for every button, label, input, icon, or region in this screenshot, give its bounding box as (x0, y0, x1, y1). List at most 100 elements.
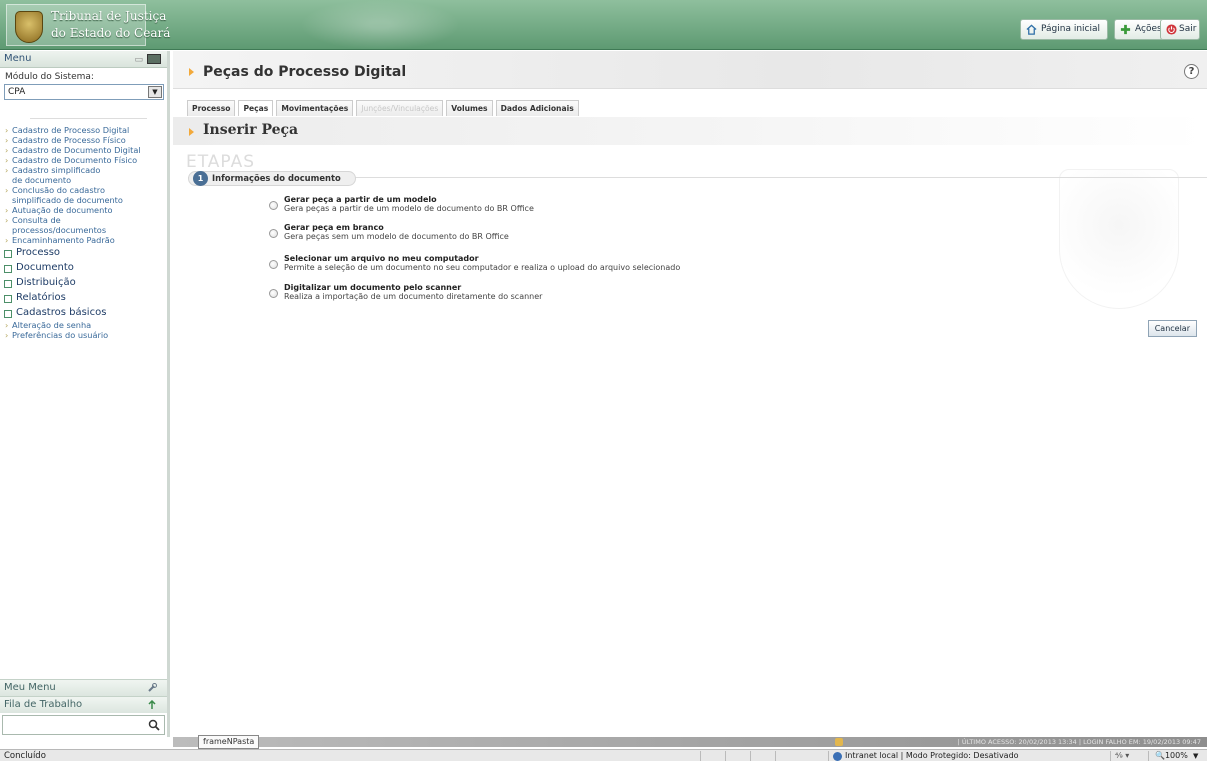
status-divider (1148, 751, 1149, 761)
status-divider (750, 751, 751, 761)
sidebar-search-input[interactable] (2, 715, 165, 735)
meu-menu-bar[interactable]: Meu Menu (0, 679, 167, 696)
sidebar-item-preferencias[interactable]: Preferências do usuário (0, 330, 167, 340)
expand-icon (4, 295, 12, 303)
chevron-down-icon[interactable]: ▼ (1193, 750, 1198, 762)
status-divider (1110, 751, 1111, 761)
expand-icon (4, 250, 12, 258)
status-text: Concluído (4, 751, 46, 761)
frame-tooltip: frameNPasta (198, 735, 260, 749)
sidebar-section-distribuicao[interactable]: Distribuição (0, 275, 167, 290)
menu-label: Menu (4, 53, 32, 64)
cancel-button[interactable]: Cancelar (1147, 320, 1197, 337)
fila-trabalho-label: Fila de Trabalho (4, 699, 83, 710)
module-label: Módulo do Sistema: (5, 72, 94, 82)
sidebar-item-encaminhamento[interactable]: Encaminhamento Padrão (0, 235, 167, 245)
wrench-icon (148, 683, 157, 692)
tjce-logo[interactable]: Tribunal de Justiça do Estado do Ceará (6, 4, 170, 46)
sidebar-section-label: Cadastros básicos (16, 307, 107, 318)
bullet-arrow-icon (189, 68, 194, 76)
sidebar-item-cadastro-simplificado[interactable]: Cadastro simplificado de documento (0, 165, 167, 185)
sidebar-item-cadastro-processo-fisico[interactable]: Cadastro de Processo Físico (0, 135, 167, 145)
radio-button[interactable] (269, 289, 278, 298)
sidebar-section-label: Documento (16, 262, 74, 273)
fila-trabalho-bar[interactable]: Fila de Trabalho (0, 696, 167, 713)
sidebar-item-conclusao-cadastro[interactable]: Conclusão do cadastro simplificado de do… (0, 185, 167, 205)
option-gerar-modelo[interactable]: Gerar peça a partir de um modelo Gera pe… (269, 195, 534, 213)
option-digitalizar-scanner[interactable]: Digitalizar um documento pelo scanner Re… (269, 283, 542, 301)
tab-processo[interactable]: Processo (187, 100, 236, 116)
main-content: Peças do Processo Digital ? Processo Peç… (173, 51, 1207, 737)
sidebar: Menu ▭ Módulo do Sistema: CPA ▼ Cadastro… (0, 51, 170, 737)
collapse-menu-icon[interactable] (147, 54, 161, 64)
sidebar-bottom-panel: Meu Menu Fila de Trabalho (0, 679, 167, 737)
status-divider (725, 751, 726, 761)
logo-title-line2: do Estado do Ceará (51, 26, 171, 40)
option-selecionar-arquivo[interactable]: Selecionar um arquivo no meu computador … (269, 254, 680, 272)
tab-bar: Processo Peças Movimentações Junções/Vin… (187, 100, 582, 117)
zoom-level[interactable]: 🔍100% (1155, 750, 1188, 762)
help-icon[interactable]: ? (1184, 64, 1199, 79)
module-select-value: CPA (8, 87, 26, 97)
bullet-arrow-icon (189, 128, 194, 136)
expand-icon (4, 280, 12, 288)
step-number-badge: 1 (193, 171, 208, 186)
module-select[interactable]: CPA ▼ (4, 84, 164, 100)
watermark-emblem (1059, 169, 1179, 309)
tab-pecas[interactable]: Peças (238, 100, 274, 116)
option-description: Permite a seleção de um documento no seu… (284, 263, 681, 272)
home-icon (1026, 24, 1037, 35)
logo-title-line1: Tribunal de Justiça (51, 9, 167, 23)
tab-juncoes-vinculacoes: Junções/Vinculações (356, 100, 444, 116)
sidebar-item-consulta[interactable]: Consulta de processos/documentos (0, 215, 167, 235)
refresh-icon (148, 700, 156, 709)
sidebar-item-cadastro-documento-fisico[interactable]: Cadastro de Documento Físico (0, 155, 167, 165)
last-access-info: | ÚLTIMO ACESSO: 20/02/2013 13:34 | LOGI… (957, 738, 1201, 746)
sidebar-item-autuacao[interactable]: Autuação de documento (0, 205, 167, 215)
lock-icon (835, 738, 843, 746)
exit-button-label: Sair (1179, 24, 1197, 34)
exit-button[interactable]: Sair (1160, 19, 1200, 40)
protected-mode-icon[interactable]: ⁴⁄₉ ▾ (1115, 750, 1129, 762)
section-title: Inserir Peça (203, 122, 299, 138)
actions-button-label: Ações (1135, 24, 1162, 34)
dropdown-arrow-icon[interactable]: ▼ (148, 86, 162, 98)
tab-dados-adicionais[interactable]: Dados Adicionais (495, 100, 579, 116)
radio-button[interactable] (269, 260, 278, 269)
sidebar-section-processo[interactable]: Processo (0, 245, 167, 260)
sidebar-section-relatorios[interactable]: Relatórios (0, 290, 167, 305)
option-title: Gerar peça a partir de um modelo (284, 195, 437, 204)
menu-header[interactable]: Menu ▭ (0, 51, 167, 68)
zoom-icon: 🔍 (1155, 751, 1165, 760)
option-gerar-branco[interactable]: Gerar peça em branco Gera peças sem um m… (269, 223, 509, 241)
sidebar-section-label: Processo (16, 247, 61, 258)
coat-of-arms-icon (15, 11, 43, 43)
sidebar-item-cadastro-processo-digital[interactable]: Cadastro de Processo Digital (0, 125, 167, 135)
home-button-label: Página inicial (1041, 24, 1101, 34)
sidebar-section-label: Relatórios (16, 292, 66, 303)
radio-button[interactable] (269, 201, 278, 210)
page-title-bar: Peças do Processo Digital ? (173, 51, 1207, 89)
option-description: Gera peças sem um modelo de documento do… (284, 232, 509, 241)
app-status-bar: | ÚLTIMO ACESSO: 20/02/2013 13:34 | LOGI… (173, 737, 1207, 747)
option-title: Selecionar um arquivo no meu computador (284, 254, 479, 263)
expand-icon (4, 310, 12, 318)
app-header: Tribunal de Justiça do Estado do Ceará P… (0, 0, 1207, 50)
search-icon[interactable] (148, 719, 160, 731)
globe-icon (833, 752, 842, 761)
sidebar-section-cadastros-basicos[interactable]: Cadastros básicos (0, 305, 167, 320)
security-zone[interactable]: Intranet local | Modo Protegido: Desativ… (845, 750, 1019, 762)
option-description: Realiza a importação de um documento dir… (284, 292, 543, 301)
home-button[interactable]: Página inicial (1020, 19, 1108, 40)
status-divider (775, 751, 776, 761)
sidebar-section-documento[interactable]: Documento (0, 260, 167, 275)
sidebar-item-cadastro-documento-digital[interactable]: Cadastro de Documento Digital (0, 145, 167, 155)
tab-movimentacoes[interactable]: Movimentações (276, 100, 354, 116)
tab-volumes[interactable]: Volumes (446, 100, 493, 116)
status-divider (700, 751, 701, 761)
radio-button[interactable] (269, 229, 278, 238)
step-label: Informações do documento (212, 173, 341, 183)
pin-icon[interactable]: ▭ (134, 52, 143, 68)
browser-status-bar: Concluído Intranet local | Modo Protegid… (0, 749, 1207, 761)
sidebar-item-alteracao-senha[interactable]: Alteração de senha (0, 320, 167, 330)
